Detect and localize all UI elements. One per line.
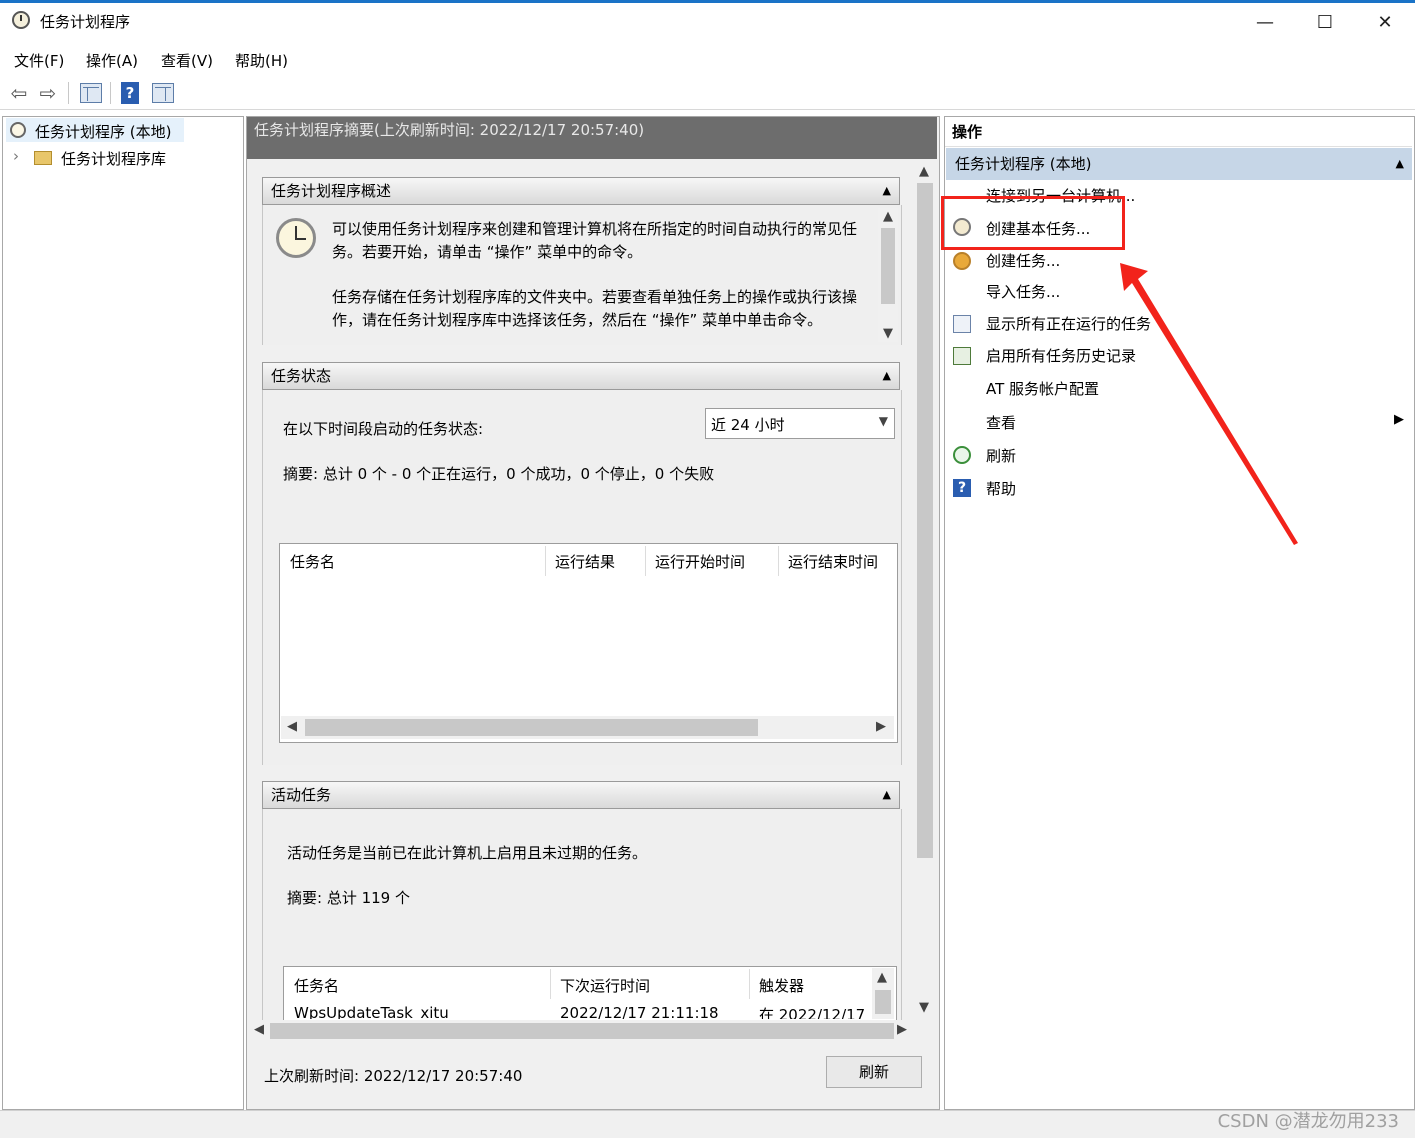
- refresh-button[interactable]: 刷新: [826, 1056, 922, 1088]
- task-history-icon: [953, 347, 971, 365]
- column-separator[interactable]: [749, 969, 750, 999]
- actions-group-header[interactable]: 任务计划程序 (本地) ▲: [946, 148, 1412, 180]
- annotation-arrow-icon: [1120, 263, 1298, 545]
- status-section-header[interactable]: 任务状态 ▲: [262, 362, 900, 390]
- expand-chevron-icon[interactable]: ›: [13, 147, 19, 165]
- scroll-right-arrow-icon[interactable]: ▶: [876, 719, 886, 734]
- actions-title: 操作: [945, 117, 1412, 147]
- overview-paragraph-1: 可以使用任务计划程序来创建和管理计算机将在所指定的时间自动执行的常见任务。若要开…: [332, 220, 858, 261]
- back-arrow-icon[interactable]: ⇦: [7, 81, 31, 105]
- submenu-arrow-icon: ▶: [1394, 412, 1404, 427]
- help-icon[interactable]: ?: [121, 82, 139, 104]
- status-table: [279, 543, 898, 743]
- column-header-run-end[interactable]: 运行结束时间: [788, 551, 878, 572]
- column-header-next-run[interactable]: 下次运行时间: [560, 975, 650, 996]
- forward-arrow-icon[interactable]: ⇨: [36, 81, 60, 105]
- trigger-cell: 在 2022/12/17: [759, 1006, 866, 1019]
- scrollbar-thumb[interactable]: [875, 990, 891, 1014]
- running-tasks-icon: [953, 315, 971, 333]
- task-name-cell: WpsUpdateTask_xitu: [294, 1004, 449, 1019]
- create-task-icon: [953, 252, 971, 270]
- menu-file[interactable]: 文件(F): [14, 50, 64, 71]
- title-bar: [0, 3, 1415, 43]
- minimize-button[interactable]: —: [1235, 3, 1295, 43]
- table-row[interactable]: WpsUpdateTask_xitu 2022/12/17 21:11:18 在…: [284, 1004, 870, 1019]
- scroll-left-arrow-icon[interactable]: ◀: [254, 1022, 264, 1037]
- period-dropdown[interactable]: 近 24 小时 ▼: [705, 408, 895, 439]
- menu-help[interactable]: 帮助(H): [235, 50, 288, 71]
- scroll-up-arrow-icon[interactable]: ▲: [877, 970, 887, 985]
- overview-paragraph-2: 任务存储在任务计划程序库的文件夹中。若要查看单独任务上的操作或执行该操作，请在任…: [332, 288, 858, 329]
- active-summary: 摘要: 总计 119 个: [287, 889, 410, 907]
- action-create-task[interactable]: 创建任务...: [986, 250, 1060, 271]
- status-title: 任务状态: [271, 367, 332, 385]
- clock-icon: [12, 11, 30, 29]
- scrollbar-thumb[interactable]: [270, 1023, 894, 1039]
- highlight-box: [941, 196, 1125, 250]
- action-import-task[interactable]: 导入任务...: [986, 281, 1060, 302]
- chevron-down-icon: ▼: [878, 414, 888, 428]
- clock-icon: [10, 122, 26, 138]
- scroll-down-arrow-icon[interactable]: ▼: [919, 1000, 929, 1015]
- scrollbar-thumb[interactable]: [881, 228, 895, 304]
- show-hide-tree-icon[interactable]: [80, 83, 102, 103]
- action-at-service-account[interactable]: AT 服务帐户配置: [986, 378, 1099, 399]
- column-header-task-name[interactable]: 任务名: [290, 551, 335, 572]
- column-header-trigger[interactable]: 触发器: [759, 975, 804, 996]
- overview-title: 任务计划程序概述: [271, 182, 392, 200]
- maximize-button[interactable]: ☐: [1295, 3, 1355, 43]
- folder-icon: [34, 151, 52, 165]
- overview-section-header[interactable]: 任务计划程序概述 ▲: [262, 177, 900, 205]
- column-header-run-result[interactable]: 运行结果: [555, 551, 615, 572]
- actions-group-label: 任务计划程序 (本地): [955, 155, 1092, 173]
- show-hide-action-pane-icon[interactable]: [152, 83, 174, 103]
- status-summary: 摘要: 总计 0 个 - 0 个正在运行，0 个成功，0 个停止，0 个失败: [283, 465, 715, 483]
- menu-view[interactable]: 查看(V): [161, 50, 213, 71]
- column-header-task-name[interactable]: 任务名: [294, 975, 339, 996]
- tree-item-label: 任务计划程序 (本地): [35, 123, 172, 141]
- column-header-run-start[interactable]: 运行开始时间: [655, 551, 745, 572]
- refresh-icon: [953, 446, 971, 464]
- collapse-arrow-icon[interactable]: ▲: [883, 782, 891, 808]
- close-button[interactable]: ✕: [1355, 3, 1415, 43]
- collapse-arrow-icon[interactable]: ▲: [883, 178, 891, 204]
- overview-text: 可以使用任务计划程序来创建和管理计算机将在所指定的时间自动执行的常见任务。若要开…: [332, 207, 872, 343]
- scrollbar-thumb[interactable]: [917, 183, 933, 858]
- toolbar: [0, 77, 1415, 110]
- window-title: 任务计划程序: [40, 13, 131, 31]
- last-refresh-label: 上次刷新时间: 2022/12/17 20:57:40: [264, 1067, 523, 1085]
- column-separator[interactable]: [545, 546, 546, 576]
- toolbar-separator: [68, 82, 69, 104]
- scroll-up-arrow-icon[interactable]: ▲: [919, 164, 929, 179]
- toolbar-separator: [110, 82, 111, 104]
- active-section-header[interactable]: 活动任务 ▲: [262, 781, 900, 809]
- scroll-down-arrow-icon[interactable]: ▼: [883, 326, 893, 341]
- scroll-right-arrow-icon[interactable]: ▶: [897, 1022, 907, 1037]
- next-run-cell: 2022/12/17 21:11:18: [560, 1004, 719, 1019]
- collapse-arrow-icon[interactable]: ▲: [883, 363, 891, 389]
- help-icon: ?: [953, 479, 971, 497]
- clock-icon: [276, 218, 316, 258]
- scrollbar-thumb[interactable]: [305, 719, 758, 736]
- column-separator[interactable]: [550, 969, 551, 999]
- status-bar: [0, 1110, 1415, 1138]
- period-dropdown-value: 近 24 小时: [711, 416, 785, 434]
- action-refresh[interactable]: 刷新: [986, 445, 1016, 466]
- action-view[interactable]: 查看: [986, 412, 1016, 433]
- column-separator[interactable]: [778, 546, 779, 576]
- action-help[interactable]: 帮助: [986, 478, 1016, 499]
- column-separator[interactable]: [645, 546, 646, 576]
- summary-header: 任务计划程序摘要(上次刷新时间: 2022/12/17 20:57:40): [247, 117, 937, 159]
- collapse-arrow-icon[interactable]: ▲: [1396, 148, 1404, 180]
- active-title: 活动任务: [271, 786, 332, 804]
- scroll-up-arrow-icon[interactable]: ▲: [883, 209, 893, 224]
- watermark: CSDN @潜龙勿用233: [1217, 1111, 1399, 1132]
- status-period-label: 在以下时间段启动的任务状态:: [283, 420, 484, 438]
- navigation-tree: [2, 116, 244, 1110]
- active-description: 活动任务是当前已在此计算机上启用且未过期的任务。: [287, 844, 648, 862]
- menu-action[interactable]: 操作(A): [86, 50, 138, 71]
- tree-item-library[interactable]: 任务计划程序库: [61, 148, 166, 169]
- scroll-left-arrow-icon[interactable]: ◀: [287, 719, 297, 734]
